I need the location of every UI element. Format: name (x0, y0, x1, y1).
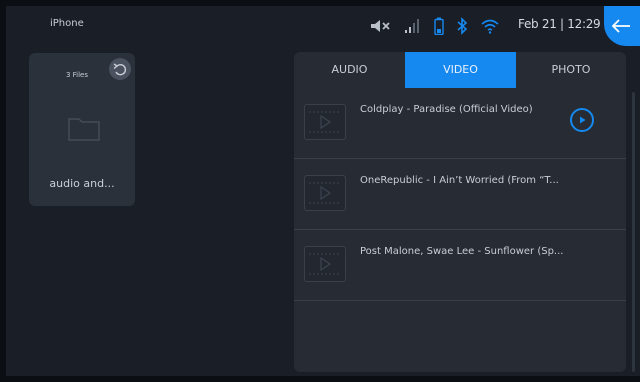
scrollbar[interactable] (632, 92, 635, 372)
tab-audio[interactable]: AUDIO (294, 52, 405, 88)
back-button[interactable] (604, 6, 640, 46)
status-bar: iPhone Feb 21 | 12:29 (6, 6, 640, 46)
status-icons (370, 16, 512, 36)
bluetooth-icon (456, 17, 468, 35)
video-thumbnail-icon (304, 104, 346, 140)
folder-name: audio and... (49, 177, 115, 190)
folder-icon (68, 115, 100, 145)
device-name: iPhone (50, 18, 84, 29)
wifi-icon (480, 18, 500, 34)
media-panel: AUDIO VIDEO PHOTO Coldplay - Paradise (O… (294, 52, 626, 372)
video-title: Post Malone, Swae Lee - Sunflower (Sp... (360, 246, 564, 257)
play-button[interactable] (570, 108, 594, 132)
date-time: Feb 21 | 12:29 (518, 17, 601, 31)
video-thumbnail-icon (304, 246, 346, 282)
media-tabs: AUDIO VIDEO PHOTO (294, 52, 626, 88)
tab-video[interactable]: VIDEO (405, 52, 516, 88)
video-title: OneRepublic - I Ain’t Worried (From “T..… (360, 175, 559, 186)
mute-icon (370, 19, 392, 33)
video-title: Coldplay - Paradise (Official Video) (360, 104, 533, 115)
screen: iPhone Feb 21 | 12:29 3 Files audio and.… (6, 6, 640, 376)
play-icon (580, 116, 586, 124)
back-arrow-icon (611, 19, 630, 33)
list-item[interactable]: Post Malone, Swae Lee - Sunflower (Sp... (294, 230, 626, 301)
battery-icon (434, 17, 444, 35)
folder-card[interactable]: 3 Files audio and... (29, 53, 135, 206)
list-item[interactable]: Coldplay - Paradise (Official Video) (294, 88, 626, 159)
folder-undo-button[interactable] (109, 58, 131, 80)
signal-icon (404, 18, 422, 34)
tab-photo[interactable]: PHOTO (516, 52, 626, 88)
undo-icon (113, 63, 127, 76)
list-item[interactable]: OneRepublic - I Ain’t Worried (From “T..… (294, 159, 626, 230)
video-thumbnail-icon (304, 175, 346, 211)
